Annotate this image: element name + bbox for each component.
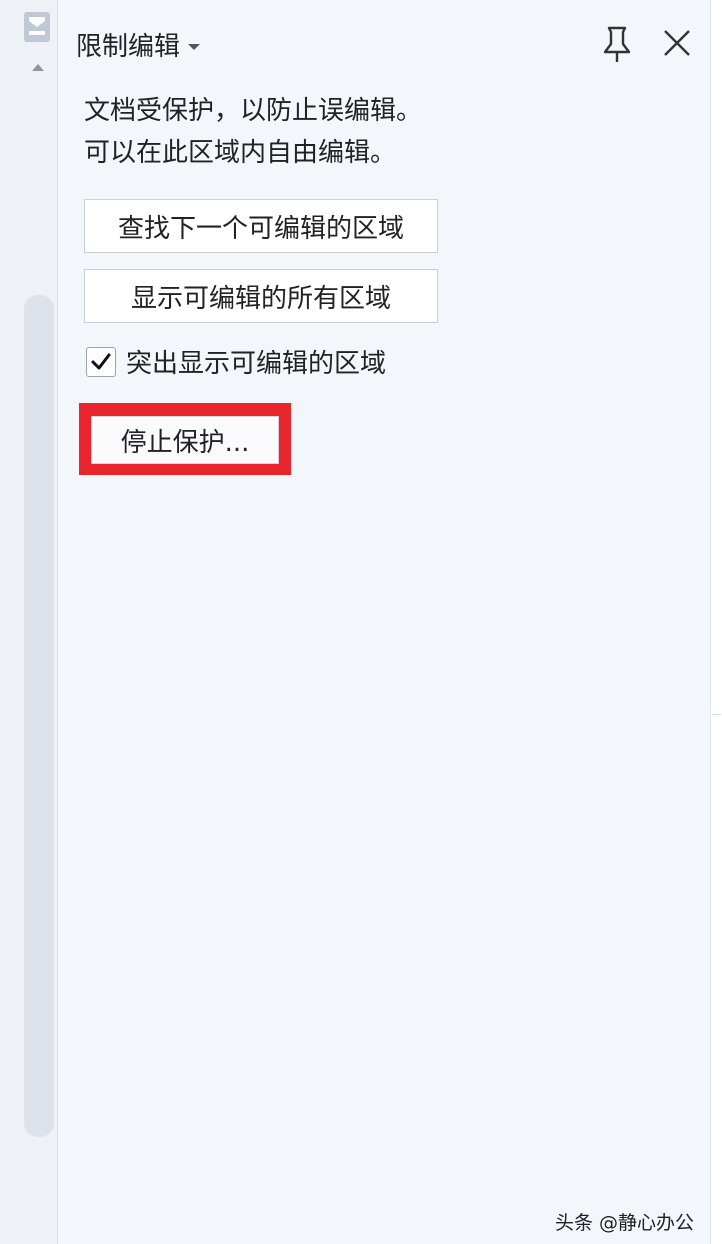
watermark: 头条 @静心办公 bbox=[554, 1212, 694, 1234]
chevron-down-icon bbox=[188, 43, 201, 50]
highlight-editable-regions-checkbox-row[interactable]: 突出显示可编辑的区域 bbox=[86, 343, 386, 380]
checkmark-icon bbox=[91, 353, 111, 369]
pin-icon[interactable] bbox=[598, 24, 636, 64]
close-icon[interactable] bbox=[662, 28, 692, 58]
panel-header: 限制编辑 bbox=[58, 0, 710, 84]
description-line-2: 可以在此区域内自由编辑。 bbox=[84, 138, 397, 168]
description-line-1: 文档受保护，以防止误编辑。 bbox=[84, 96, 423, 126]
left-scroll-strip bbox=[0, 0, 58, 1244]
vertical-scrollbar[interactable] bbox=[24, 295, 54, 1137]
find-next-editable-region-button[interactable]: 查找下一个可编辑的区域 bbox=[84, 199, 438, 253]
highlight-checkbox[interactable] bbox=[86, 346, 116, 377]
stop-protection-button[interactable]: 停止保护... bbox=[91, 416, 279, 464]
panel-title: 限制编辑 bbox=[76, 32, 181, 62]
scroll-up-arrow-icon[interactable] bbox=[32, 64, 44, 71]
right-edge-divider bbox=[710, 0, 722, 1244]
restrict-editing-panel: 限制编辑 文档受保护，以防止误编辑。 可以在此区域内自由编辑。 查找下一个可编辑… bbox=[58, 0, 710, 1244]
protection-description: 文档受保护，以防止误编辑。 可以在此区域内自由编辑。 bbox=[84, 90, 422, 174]
bookmark-icon[interactable] bbox=[24, 12, 50, 42]
show-all-editable-regions-button[interactable]: 显示可编辑的所有区域 bbox=[84, 269, 438, 323]
highlight-checkbox-label: 突出显示可编辑的区域 bbox=[126, 349, 387, 379]
panel-title-dropdown[interactable]: 限制编辑 bbox=[76, 26, 201, 63]
